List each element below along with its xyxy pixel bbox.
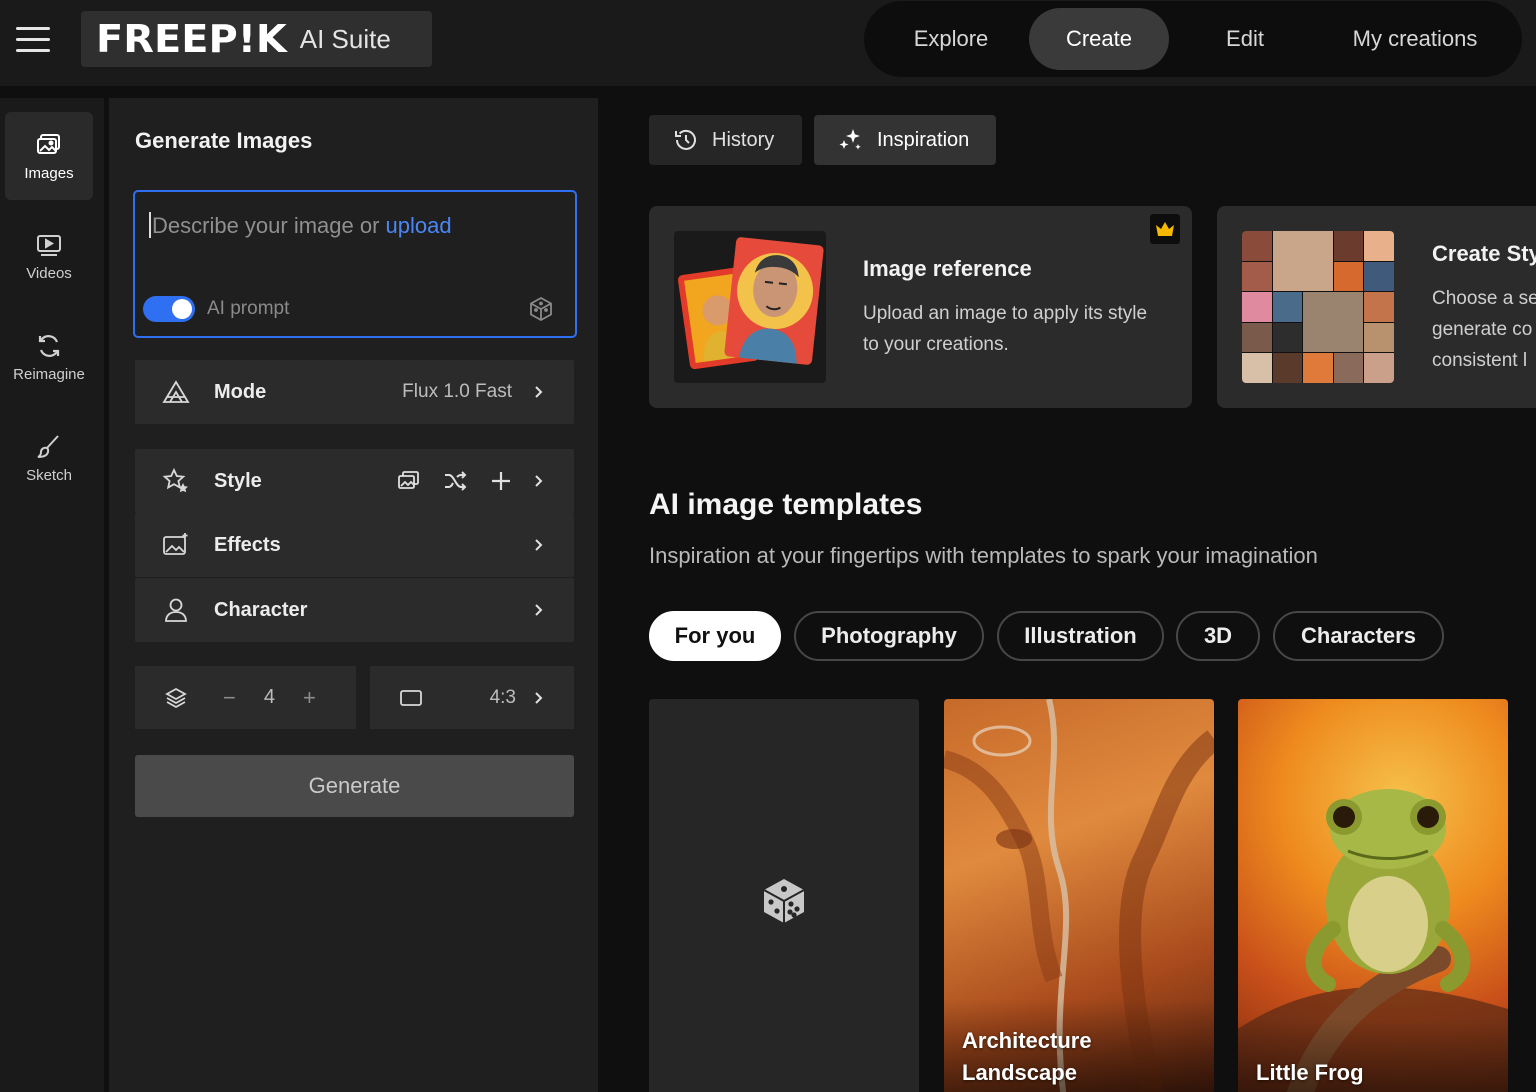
effects-label: Effects: [214, 533, 281, 556]
card-title: Create Sty: [1432, 241, 1536, 266]
chevron-right-icon: [535, 604, 543, 616]
video-icon: [37, 234, 61, 256]
tile-label: Little Frog: [1256, 1060, 1364, 1085]
chip-photography[interactable]: Photography: [794, 611, 984, 661]
create-style-card[interactable]: Create Sty Choose a se generate co consi…: [1217, 206, 1536, 408]
rail-label: Sketch: [26, 466, 72, 484]
image-icon: [37, 133, 60, 154]
nav-create[interactable]: Create: [1029, 8, 1169, 70]
rail-label: Videos: [26, 264, 72, 282]
main-nav: Explore Create Edit My creations: [864, 1, 1522, 77]
rail-item-images[interactable]: Images: [5, 112, 93, 200]
rail-label: Images: [24, 164, 74, 182]
templates-title: AI image templates: [649, 488, 923, 521]
gallery-icon[interactable]: [396, 468, 422, 494]
generate-panel: Generate Images Describe your image or u…: [108, 98, 598, 1092]
mode-value: Flux 1.0 Fast: [402, 381, 512, 402]
style-collage-thumbnail: [1242, 231, 1394, 383]
star-icon: [162, 467, 188, 493]
increment-button[interactable]: +: [303, 685, 316, 711]
tile-label: Architecture Landscape: [962, 1028, 1092, 1085]
template-tile-little-frog[interactable]: Little Frog: [1238, 699, 1508, 1092]
rail-label: Reimagine: [13, 365, 85, 383]
logo-wordmark: FREEP!K: [96, 17, 287, 61]
chevron-right-icon: [535, 539, 543, 551]
cube-icon[interactable]: [527, 295, 555, 323]
image-reference-card[interactable]: Image reference Upload an image to apply…: [649, 206, 1192, 408]
rail-item-reimagine[interactable]: Reimagine: [5, 313, 93, 401]
random-template-tile[interactable]: [649, 699, 919, 1092]
style-row[interactable]: Style: [135, 449, 574, 513]
generate-button[interactable]: Generate: [135, 755, 574, 817]
sparkle-icon: [839, 129, 861, 150]
mode-icon: [162, 380, 190, 403]
dice-icon: [763, 879, 805, 923]
user-icon: [165, 598, 187, 622]
image-sparkle-icon: [163, 533, 188, 555]
character-label: Character: [214, 598, 308, 621]
chip-for-you[interactable]: For you: [649, 611, 781, 661]
mode-row[interactable]: Mode Flux 1.0 Fast: [135, 360, 574, 424]
menu-icon[interactable]: [16, 27, 50, 53]
image-reference-thumbnail: [674, 231, 826, 383]
decrement-button[interactable]: −: [223, 685, 236, 711]
top-bar: FREEP!K AI Suite Explore Create Edit My …: [0, 0, 1536, 86]
suite-label: AI Suite: [299, 23, 391, 54]
tab-history[interactable]: History: [649, 115, 802, 165]
chip-3d[interactable]: 3D: [1176, 611, 1260, 661]
style-label: Style: [214, 469, 262, 492]
tool-rail: Images Videos Reimagine Sketch: [0, 98, 104, 1092]
prompt-placeholder[interactable]: Describe your image or upload: [149, 212, 452, 239]
crown-icon: [1150, 214, 1180, 244]
character-row[interactable]: Character: [135, 578, 574, 642]
card-title: Image reference: [863, 256, 1032, 281]
effects-row[interactable]: Effects: [135, 513, 574, 577]
chevron-right-icon: [535, 386, 543, 398]
aspect-ratio-icon: [400, 689, 422, 706]
rail-item-videos[interactable]: Videos: [5, 212, 93, 300]
tab-inspiration[interactable]: Inspiration: [814, 115, 996, 165]
image-count-stepper: − 4 +: [135, 666, 356, 729]
refresh-icon: [38, 334, 60, 357]
rail-item-sketch[interactable]: Sketch: [5, 414, 93, 502]
upload-link[interactable]: upload: [386, 213, 452, 238]
image-count-value: 4: [263, 686, 275, 708]
add-icon[interactable]: [488, 468, 514, 494]
aspect-ratio-value: 4:3: [489, 686, 516, 708]
tab-label: History: [712, 128, 775, 151]
ai-prompt-toggle[interactable]: [143, 296, 195, 322]
nav-explore[interactable]: Explore: [873, 8, 1029, 70]
layers-icon: [165, 687, 187, 708]
panel-title: Generate Images: [135, 128, 313, 153]
logo[interactable]: FREEP!K AI Suite: [81, 11, 432, 67]
nav-my-creations[interactable]: My creations: [1321, 8, 1509, 70]
chevron-right-icon: [535, 475, 543, 487]
template-tile-architecture-landscape[interactable]: Architecture Landscape: [944, 699, 1214, 1092]
templates-subtitle: Inspiration at your fingertips with temp…: [649, 543, 1318, 568]
tab-label: Inspiration: [877, 128, 970, 151]
aspect-ratio-selector[interactable]: 4:3: [370, 666, 574, 729]
card-description: Upload an image to apply its style to yo…: [863, 303, 1148, 355]
history-icon: [675, 129, 696, 150]
prompt-input[interactable]: Describe your image or upload AI prompt: [133, 190, 577, 338]
shuffle-icon[interactable]: [442, 468, 468, 494]
card-description: Choose a se generate co consistent l: [1432, 288, 1536, 371]
mode-label: Mode: [214, 380, 267, 403]
nav-edit[interactable]: Edit: [1169, 8, 1321, 70]
main-content: History Inspiration Image reference Uplo…: [600, 98, 1536, 1092]
chevron-right-icon: [535, 691, 543, 704]
brush-icon: [37, 434, 59, 458]
chip-illustration[interactable]: Illustration: [997, 611, 1164, 661]
chip-characters[interactable]: Characters: [1273, 611, 1444, 661]
ai-prompt-label: AI prompt: [207, 298, 290, 319]
